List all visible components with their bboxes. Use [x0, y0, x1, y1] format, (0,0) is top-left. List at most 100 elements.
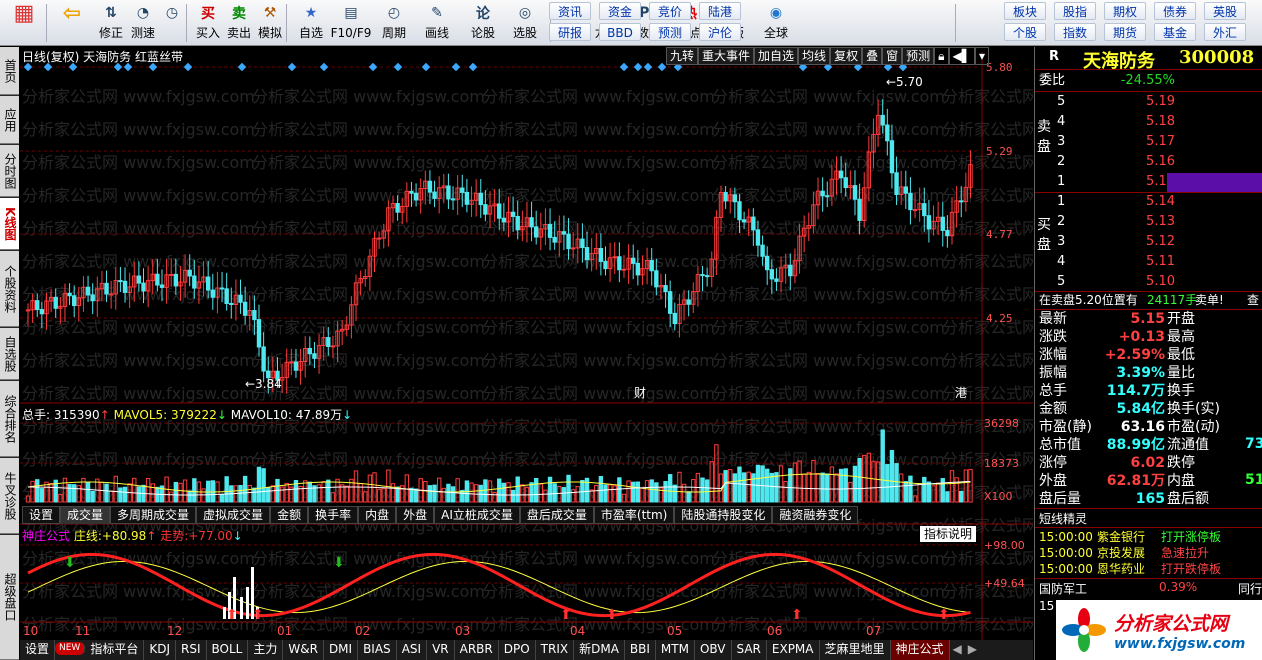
- quick-button[interactable]: 英股: [1204, 2, 1246, 20]
- toolbar-f10-button[interactable]: ▤ F10/F9: [331, 2, 372, 44]
- left-tab[interactable]: 超级盘口: [0, 535, 19, 660]
- quick-button[interactable]: 研报: [549, 23, 591, 41]
- indicator-tab[interactable]: KDJ: [144, 640, 177, 660]
- indicator-tab[interactable]: 指标平台: [85, 640, 145, 660]
- indicator-tab[interactable]: 新DMA: [574, 640, 625, 660]
- indicator-tab[interactable]: ASI: [397, 640, 428, 660]
- quick-button[interactable]: 资金: [599, 2, 641, 20]
- quick-button[interactable]: 期货: [1104, 23, 1146, 41]
- chart-tool-button[interactable]: 重大事件: [698, 47, 755, 65]
- quick-button[interactable]: 指数: [1054, 23, 1096, 41]
- toolbar-gavel-button[interactable]: ⚒ 模拟: [253, 2, 287, 44]
- sell-level-row[interactable]: 4 5.18: [1035, 113, 1262, 131]
- scroll-right-icon[interactable]: ▶: [965, 640, 980, 660]
- buy-level-row[interactable]: 4 5.11: [1035, 253, 1262, 271]
- indicator-tab[interactable]: EXPMA: [767, 640, 820, 660]
- quick-button[interactable]: 板块: [1004, 2, 1046, 20]
- chart-tool-button[interactable]: 均线: [798, 47, 831, 65]
- chart-area[interactable]: 分析家公式网 www.fxjgsw.com 分析家公式网 www.fxjgsw.c…: [20, 47, 1033, 640]
- indicator-tab[interactable]: MTM: [656, 640, 695, 660]
- quick-button[interactable]: 预测: [649, 23, 691, 41]
- buy-level-row[interactable]: 1 5.14: [1035, 193, 1262, 211]
- quick-button[interactable]: 个股: [1004, 23, 1046, 41]
- left-tab[interactable]: 首页: [0, 47, 19, 95]
- toolbar-back-arrow-button[interactable]: ⇦: [52, 1, 92, 44]
- quick-button[interactable]: 债券: [1154, 2, 1196, 20]
- volume-tab[interactable]: 多周期成交量: [110, 506, 197, 524]
- toolbar-windows-logo-button[interactable]: ▦: [4, 1, 44, 44]
- quick-button[interactable]: BBD: [599, 23, 641, 41]
- indicator-help-button[interactable]: 指标说明: [920, 526, 977, 542]
- left-tab[interactable]: K线图: [0, 198, 19, 250]
- indicator-tab[interactable]: OBV: [695, 640, 732, 660]
- left-tab[interactable]: 自选股: [0, 328, 19, 380]
- left-tab[interactable]: 个股资料: [0, 251, 19, 327]
- toolbar-arrow-updown-button[interactable]: ⇅ 修正: [94, 2, 128, 44]
- news-title[interactable]: 短线精灵: [1039, 510, 1087, 527]
- quick-button[interactable]: 期权: [1104, 2, 1146, 20]
- volume-tab[interactable]: 市盈率(ttm): [593, 506, 675, 524]
- sell-level-row[interactable]: 3 5.17: [1035, 133, 1262, 151]
- volume-tab[interactable]: 盘后成交量: [519, 506, 594, 524]
- indicator-tab[interactable]: W&R: [283, 640, 324, 660]
- left-tab[interactable]: 分时图: [0, 145, 19, 197]
- news-item[interactable]: 15:00:00 恩华药业 打开跌停板: [1035, 561, 1262, 577]
- dropdown-icon[interactable]: ▾: [974, 47, 990, 65]
- indicator-tab[interactable]: BIAS: [358, 640, 397, 660]
- indicator-tab[interactable]: 主力: [248, 640, 284, 660]
- indicator-tab[interactable]: RSI: [176, 640, 207, 660]
- sell-level-row[interactable]: 5 5.19: [1035, 93, 1262, 111]
- toolbar-star-button[interactable]: ★ 自选: [294, 2, 328, 44]
- chart-tool-button[interactable]: 叠: [862, 47, 883, 65]
- chart-tool-button[interactable]: 复权: [830, 47, 863, 65]
- indicator-tab[interactable]: DPO: [499, 640, 536, 660]
- sector-name[interactable]: 国防军工: [1039, 580, 1087, 597]
- indicator-tab[interactable]: BBI: [625, 640, 656, 660]
- indicator-tab[interactable]: DMI: [324, 640, 359, 660]
- volume-tab[interactable]: 内盘: [358, 506, 397, 524]
- chart-tool-button[interactable]: 窗: [882, 47, 903, 65]
- left-tab[interactable]: 应用: [0, 96, 19, 144]
- indicator-tab[interactable]: 芝麻里地里: [820, 640, 891, 660]
- peer-tab[interactable]: 同行: [1238, 580, 1262, 597]
- chart-tool-button[interactable]: 九转: [666, 47, 699, 65]
- quick-button[interactable]: 基金: [1154, 23, 1196, 41]
- volume-tab[interactable]: 金额: [270, 506, 309, 524]
- toolbar-pencil-button[interactable]: ✎ 画线: [420, 2, 454, 44]
- lock-icon[interactable]: 🔒︎: [934, 47, 949, 65]
- quick-button[interactable]: 陆港: [699, 2, 741, 20]
- volume-tab[interactable]: 成交量: [60, 506, 111, 524]
- quick-button[interactable]: 竞价: [649, 2, 691, 20]
- toolbar-period-button[interactable]: ◴ 周期: [377, 2, 411, 44]
- buy-level-row[interactable]: 2 5.13: [1035, 213, 1262, 231]
- scroll-left-icon[interactable]: ◀: [950, 640, 965, 660]
- volume-tab[interactable]: 设置: [22, 506, 61, 524]
- indicator-tab[interactable]: TRIX: [536, 640, 575, 660]
- quick-button[interactable]: 沪伦: [699, 23, 741, 41]
- kline-chart[interactable]: 分析家公式网 www.fxjgsw.com分析家公式网 www.fxjgsw.c…: [20, 47, 1033, 640]
- quick-button[interactable]: 外汇: [1204, 23, 1246, 41]
- left-tab[interactable]: 牛叉诊股: [0, 458, 19, 534]
- sell-level-row[interactable]: 2 5.16: [1035, 153, 1262, 171]
- toolbar-select-stock-button[interactable]: ◎ 选股: [508, 2, 542, 44]
- quick-button[interactable]: 资讯: [549, 2, 591, 20]
- toolbar-clock-button[interactable]: ◷: [155, 2, 189, 44]
- big-order-notice[interactable]: 在卖盘5.20位置有 24117手 卖单! 查: [1035, 291, 1262, 309]
- expand-icon[interactable]: ◀▌: [948, 47, 975, 65]
- finance-marker[interactable]: 财: [634, 386, 646, 400]
- chart-tool-button[interactable]: 预测: [902, 47, 935, 65]
- indicator-tab[interactable]: 神庄公式: [890, 640, 950, 660]
- left-tab[interactable]: 综合排名: [0, 381, 19, 457]
- buy-level-row[interactable]: 5 5.10: [1035, 273, 1262, 291]
- buy-level-row[interactable]: 3 5.12: [1035, 233, 1262, 251]
- indicator-tab[interactable]: VR: [427, 640, 455, 660]
- volume-tab[interactable]: 外盘: [396, 506, 435, 524]
- news-item[interactable]: 15:00:00 京投发展 急速拉升: [1035, 545, 1262, 561]
- news-item[interactable]: 15:00:00 紫金银行 打开涨停板: [1035, 529, 1262, 545]
- hk-marker[interactable]: 港: [955, 386, 967, 400]
- volume-tab[interactable]: 陆股通持股变化: [674, 506, 773, 524]
- volume-tab[interactable]: 换手率: [308, 506, 359, 524]
- chart-tool-button[interactable]: 加自选: [754, 47, 799, 65]
- volume-tab[interactable]: 虚拟成交量: [196, 506, 271, 524]
- toolbar-sell-button[interactable]: 卖卖出: [222, 2, 256, 44]
